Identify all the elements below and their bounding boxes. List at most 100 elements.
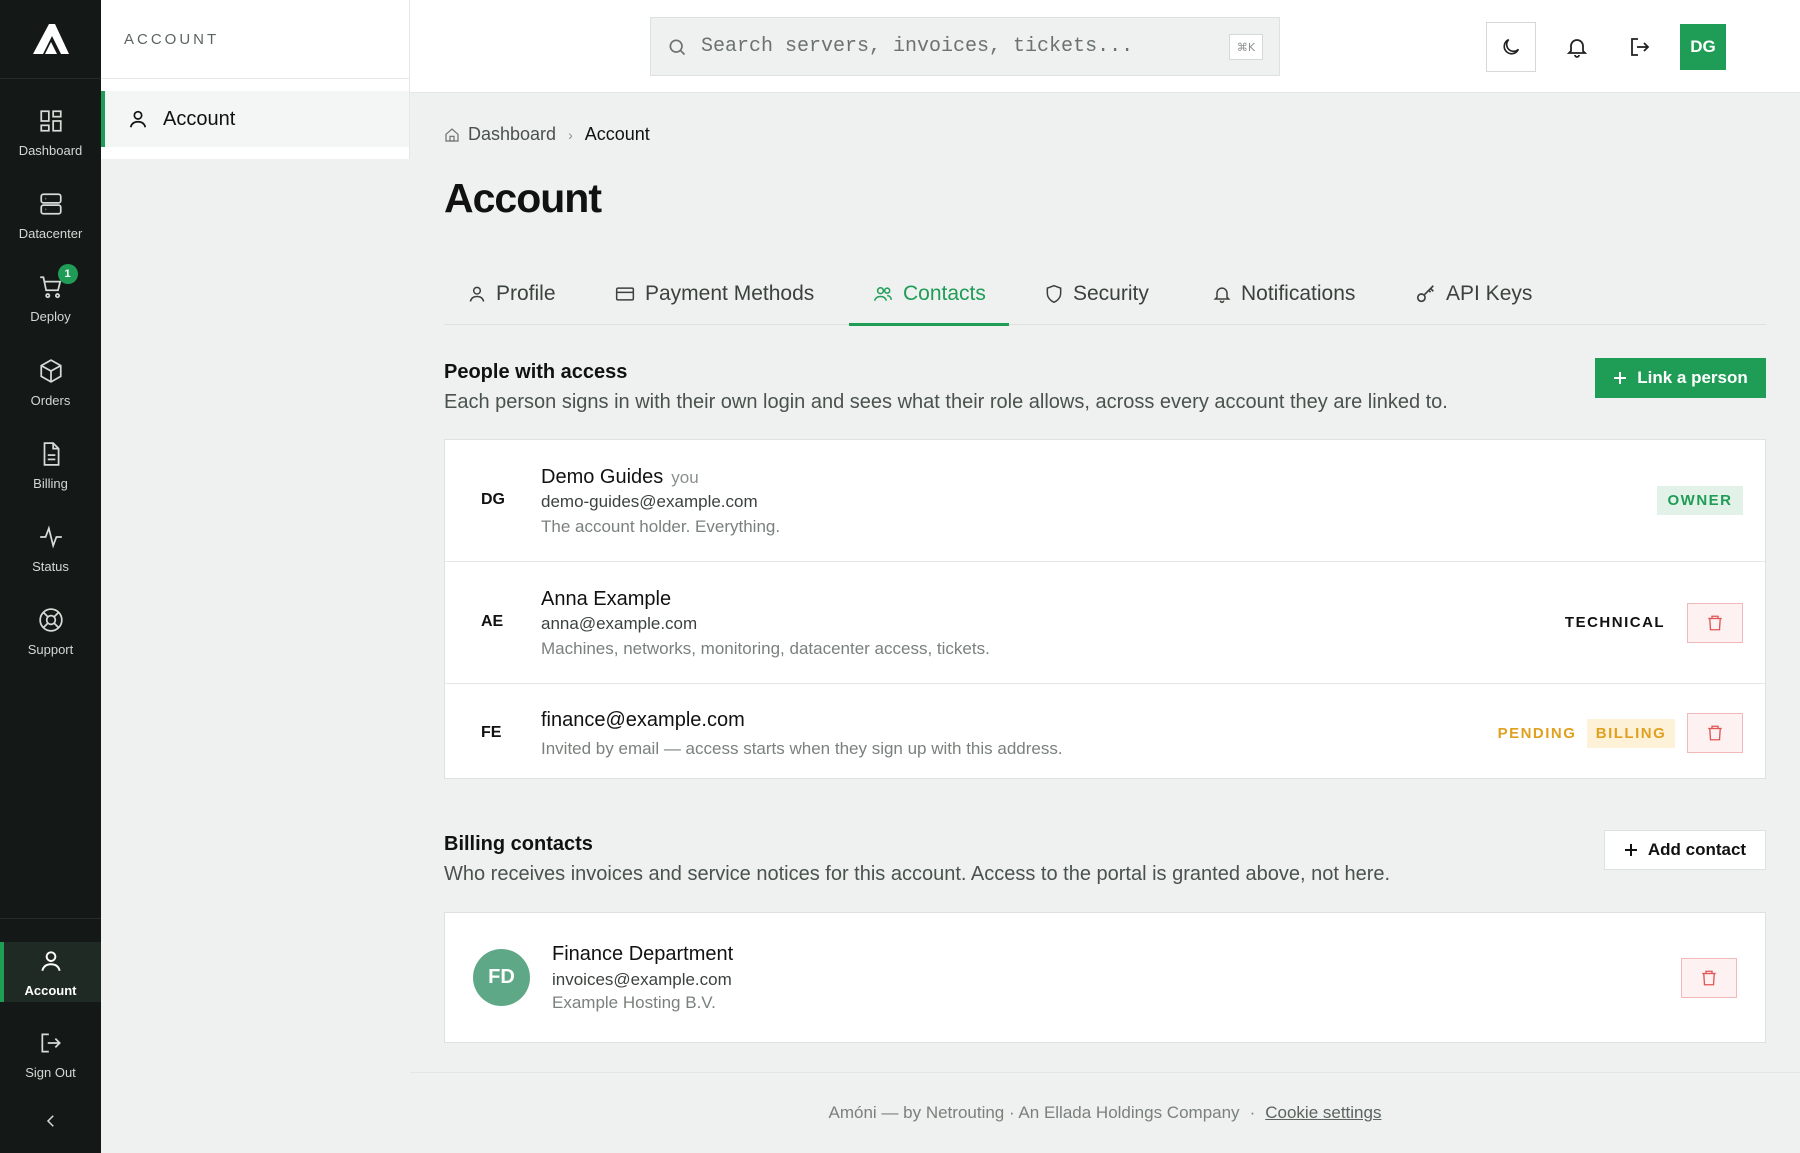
person-row: DG Demo Guides you demo-guides@example.co… [445,440,1765,562]
theme-toggle-button[interactable] [1486,22,1536,72]
people-section-description: Each person signs in with their own logi… [444,391,1448,413]
rail-item-billing[interactable]: Billing [0,439,101,491]
rail-item-status[interactable]: Status [0,522,101,574]
document-icon [36,439,66,469]
main-rail: Dashboard Datacenter 1 Deploy Orders Bil… [0,0,101,1153]
global-search[interactable]: ⌘K [650,17,1280,76]
subnav-item-account[interactable]: Account [101,91,409,147]
chevron-right-icon: › [568,126,573,143]
users-icon [872,284,894,304]
breadcrumb: Dashboard › Account [444,124,650,145]
sign-out-icon [1628,35,1652,59]
tab-profile[interactable]: Profile [444,262,579,325]
rail-item-account[interactable]: Account [0,942,101,1002]
contact-name: Finance Department [552,943,734,965]
notifications-button[interactable] [1552,22,1602,72]
remove-person-button[interactable] [1687,603,1743,643]
bell-icon [1212,283,1232,305]
person-permissions: Machines, networks, monitoring, datacent… [541,639,990,658]
person-email: demo-guides@example.com [541,492,758,511]
user-avatar-button[interactable]: DG [1680,24,1726,70]
people-section-title: People with access [444,361,628,383]
tab-contacts[interactable]: Contacts [849,262,1009,326]
person-name: finance@example.com [541,709,745,731]
trash-icon [1706,724,1724,742]
remove-contact-button[interactable] [1681,958,1737,998]
tab-label: Profile [496,281,556,305]
shortcut-hint: ⌘K [1229,34,1263,60]
tab-api-keys[interactable]: API Keys [1392,262,1555,325]
rail-label: Deploy [30,309,71,324]
person-initials: DG [481,491,505,508]
home-icon [444,127,460,143]
page-footer: Amóni — by Netrouting · An Ellada Holdin… [410,1072,1800,1153]
cart-icon: 1 [36,264,78,302]
account-subnav: ACCOUNT Account [101,0,410,159]
sign-out-button[interactable] [1615,22,1665,72]
billing-section-title: Billing contacts [444,833,593,855]
tab-security[interactable]: Security [1021,262,1172,325]
person-row: FE finance@example.com Invited by email … [445,684,1765,780]
chevron-left-icon [36,1106,66,1136]
logo-icon [32,24,69,54]
add-contact-label: Add contact [1647,840,1747,859]
you-indicator: you [671,468,699,487]
sign-out-icon [36,1028,66,1058]
subnav-heading: ACCOUNT [101,0,409,79]
page-title: Account [444,175,602,221]
shield-icon [1044,283,1064,305]
tab-notifications[interactable]: Notifications [1189,262,1378,325]
rail-label: Account [24,983,77,998]
person-initials: AE [481,613,504,630]
box-icon [36,356,66,386]
trash-icon [1706,614,1724,632]
rail-item-support[interactable]: Support [0,605,101,657]
credit-card-icon [614,284,636,304]
search-input[interactable] [701,35,1201,58]
account-tabs: Profile Payment Methods Contacts Securit… [444,262,1766,326]
server-icon [36,189,66,219]
people-card: DG Demo Guides you demo-guides@example.co… [444,439,1766,779]
contact-email: invoices@example.com [552,970,732,989]
rail-label: Orders [30,393,71,408]
plus-icon [1613,371,1627,385]
footer-credit: Amóni — by Netrouting · An Ellada Holdin… [828,1103,1240,1122]
person-row: AE Anna Example anna@example.com Machine… [445,562,1765,684]
revoke-invite-button[interactable] [1687,713,1743,753]
rail-label: Datacenter [18,226,83,241]
role-badge-owner: OWNER [1657,486,1743,515]
person-name: Anna Example [541,588,672,610]
breadcrumb-dashboard-link[interactable]: Dashboard [468,124,556,145]
bell-icon [1565,35,1589,59]
role-badge-technical: TECHNICAL [1564,614,1666,631]
user-icon [127,108,149,130]
collapse-rail-button[interactable] [0,1106,101,1136]
rail-label: Dashboard [18,143,83,158]
user-icon [467,284,487,304]
cookie-settings-link[interactable]: Cookie settings [1265,1103,1381,1123]
link-person-label: Link a person [1637,368,1748,387]
brand-logo[interactable] [0,0,101,79]
rail-item-deploy[interactable]: 1 Deploy [0,264,101,324]
subnav-item-label: Account [163,107,236,130]
rail-item-datacenter[interactable]: Datacenter [0,189,101,241]
rail-item-dashboard[interactable]: Dashboard [0,106,101,158]
add-contact-button[interactable]: Add contact [1604,830,1766,870]
person-permissions: The account holder. Everything. [541,517,781,536]
rail-item-sign-out[interactable]: Sign Out [0,1028,101,1080]
link-person-button[interactable]: Link a person [1595,358,1766,398]
activity-icon [36,522,66,552]
key-icon [1415,283,1437,305]
rail-divider [0,918,101,919]
billing-section-description: Who receives invoices and service notice… [444,863,1391,885]
rail-item-orders[interactable]: Orders [0,356,101,408]
rail-label: Status [32,559,69,574]
dashboard-grid-icon [36,106,66,136]
role-badge-billing: BILLING [1587,719,1675,748]
tab-payment-methods[interactable]: Payment Methods [591,262,837,325]
person-name-text: Demo Guides [541,466,664,488]
person-name: Demo Guides you [541,466,699,489]
tab-label: Contacts [903,281,986,305]
user-icon [36,946,66,976]
footer-separator: · [1249,1103,1256,1122]
